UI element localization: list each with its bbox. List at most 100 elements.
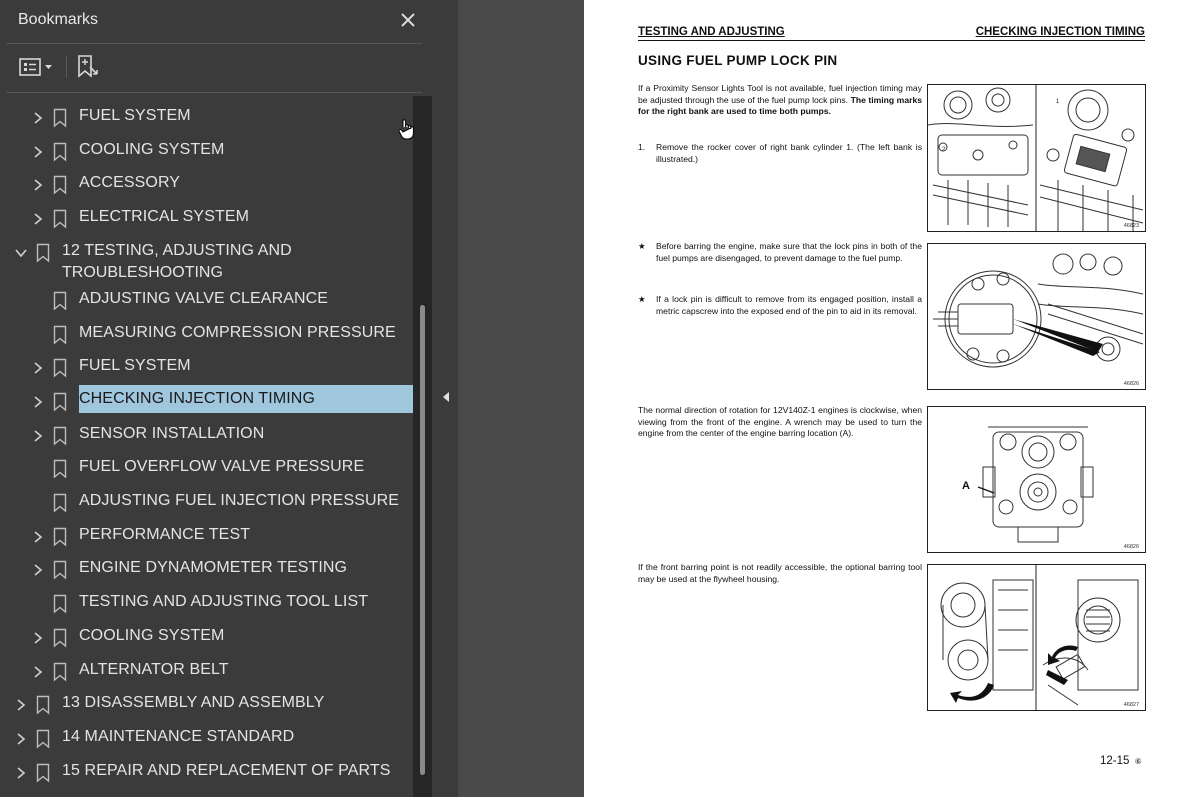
header-divider <box>6 43 422 44</box>
chevron-right-icon[interactable] <box>32 429 44 442</box>
intro-paragraph: If a Proximity Sensor Lights Tool is not… <box>638 83 922 118</box>
bookmark-item[interactable]: FUEL OVERFLOW VALVE PRESSURE <box>0 452 416 486</box>
chevron-right-icon[interactable] <box>32 564 44 577</box>
bookmark-label: SENSOR INSTALLATION <box>79 424 265 442</box>
chevron-right-icon[interactable] <box>32 362 44 374</box>
viewer-background <box>458 0 584 797</box>
tree-divider <box>6 92 422 93</box>
figure-flywheel-housing: 46827 <box>927 564 1146 711</box>
bookmark-icon <box>53 561 67 580</box>
figure-lock-pin: 46826 <box>927 243 1146 390</box>
chevron-right-icon[interactable] <box>32 665 44 678</box>
chevron-right-icon[interactable] <box>15 699 27 711</box>
bookmark-label: COOLING SYSTEM <box>79 140 225 158</box>
figure-rocker-cover: 2 1 46823 <box>927 84 1146 232</box>
bookmarks-panel: Bookmarks FUEL SYSTEM COOLING SYSTEM ACCES… <box>0 0 432 797</box>
bookmark-label: 13 DISASSEMBLY AND ASSEMBLY <box>62 694 325 712</box>
bookmark-icon <box>53 358 67 378</box>
bookmark-label: ACCESSORY <box>79 174 181 192</box>
bookmarks-toolbar <box>0 46 432 90</box>
bookmark-item[interactable]: CHECKING INJECTION TIMING <box>0 384 416 419</box>
engine-illustration-3: A <box>962 426 1094 543</box>
page-number: 12-15 ⑥ <box>1100 755 1142 767</box>
bookmark-item[interactable]: SENSOR INSTALLATION <box>0 419 416 453</box>
section-title: USING FUEL PUMP LOCK PIN <box>638 53 838 68</box>
page-number-text: 12-15 <box>1100 755 1130 767</box>
bookmark-icon <box>53 325 67 344</box>
chevron-right-icon[interactable] <box>32 213 44 225</box>
bookmark-icon <box>53 594 67 614</box>
figure-number: 46823 <box>1123 223 1139 229</box>
engine-illustration-2 <box>933 253 1144 368</box>
panel-header: Bookmarks <box>0 0 432 42</box>
bookmark-item[interactable]: COOLING SYSTEM <box>0 621 416 655</box>
chevron-right-icon[interactable] <box>32 146 44 158</box>
scrollbar-thumb[interactable] <box>420 305 425 775</box>
bookmark-icon <box>36 243 50 263</box>
header-rule <box>638 40 1145 41</box>
bookmark-icon <box>53 108 67 128</box>
bookmark-icon <box>53 209 67 229</box>
bookmark-icon <box>53 142 67 162</box>
bookmark-item[interactable]: 12 TESTING, ADJUSTING AND TROUBLESHOOTING <box>0 236 416 284</box>
bookmark-label: 14 MAINTENANCE STANDARD <box>62 727 295 745</box>
chevron-right-icon[interactable] <box>15 733 27 745</box>
chevron-down-icon[interactable] <box>15 247 27 259</box>
bookmark-icon <box>53 628 67 648</box>
chevron-right-icon[interactable] <box>32 179 44 192</box>
bookmark-item[interactable]: 13 DISASSEMBLY AND ASSEMBLY <box>0 688 416 722</box>
note-text: Before barring the engine, make sure tha… <box>656 241 922 263</box>
bookmark-item[interactable]: 14 MAINTENANCE STANDARD <box>0 722 416 756</box>
bookmark-item[interactable]: 15 REPAIR AND REPLACEMENT OF PARTS <box>0 756 416 790</box>
bookmark-label: 15 REPAIR AND REPLACEMENT OF PARTS <box>62 761 391 779</box>
bookmark-item[interactable]: ADJUSTING FUEL INJECTION PRESSURE <box>0 486 416 520</box>
options-menu-icon[interactable] <box>18 54 58 80</box>
bookmark-item[interactable]: ELECTRICAL SYSTEM <box>0 202 416 236</box>
bookmark-icon <box>36 729 50 749</box>
star-icon: ★ <box>638 294 646 304</box>
bookmark-item[interactable]: TESTING AND ADJUSTING TOOL LIST <box>0 587 416 621</box>
bookmark-item[interactable]: FUEL SYSTEM <box>0 101 416 135</box>
chevron-right-icon[interactable] <box>32 112 44 124</box>
bookmark-label: FUEL SYSTEM <box>79 357 191 375</box>
bookmark-item[interactable]: ACCESSORY <box>0 168 416 202</box>
close-icon[interactable] <box>397 9 419 31</box>
figure-number: 46827 <box>1123 702 1139 708</box>
bookmark-item[interactable]: FUEL SYSTEM <box>0 351 416 385</box>
chevron-right-icon[interactable] <box>32 632 44 644</box>
bookmark-item[interactable]: MEASURING COMPRESSION PRESSURE <box>0 318 416 352</box>
toolbar-separator <box>66 56 67 78</box>
bookmark-tree: FUEL SYSTEM COOLING SYSTEM ACCESSORY ELECTR… <box>0 96 416 797</box>
bookmark-icon <box>53 493 67 513</box>
bookmark-icon <box>53 527 67 547</box>
bookmark-item[interactable]: ENGINE DYNAMOMETER TESTING <box>0 553 416 587</box>
note-1: ★ Before barring the engine, make sure t… <box>638 241 922 264</box>
chevron-right-icon[interactable] <box>15 766 27 779</box>
bookmark-icon <box>53 426 67 446</box>
figure-engine-front: A 46826 <box>927 406 1146 553</box>
bookmark-icon <box>53 662 67 681</box>
bookmark-label-line2: TROUBLESHOOTING <box>62 263 223 281</box>
page-mark: ⑥ <box>1134 757 1142 766</box>
bookmark-item[interactable]: ALTERNATOR BELT <box>0 655 416 689</box>
collapse-panel-icon[interactable] <box>440 388 452 406</box>
barring-paragraph: If the front barring point is not readil… <box>638 562 922 584</box>
bookmark-icon <box>36 763 50 783</box>
bookmark-icon <box>53 176 67 195</box>
bookmark-item[interactable]: ADJUSTING VALVE CLEARANCE <box>0 284 416 318</box>
bookmark-label: ELECTRICAL SYSTEM <box>79 208 250 226</box>
add-bookmark-icon[interactable] <box>76 54 100 80</box>
bookmark-label: ADJUSTING VALVE CLEARANCE <box>79 289 329 307</box>
step-number: 1. <box>638 142 646 152</box>
bookmark-item[interactable]: COOLING SYSTEM <box>0 135 416 169</box>
bookmark-label: 12 TESTING, ADJUSTING AND <box>62 241 292 259</box>
bookmark-item[interactable]: PERFORMANCE TEST <box>0 520 416 554</box>
chevron-right-icon[interactable] <box>32 396 44 408</box>
bookmark-label: TESTING AND ADJUSTING TOOL LIST <box>79 593 369 611</box>
engine-illustration-1: 2 1 <box>928 85 1144 231</box>
note-2: ★ If a lock pin is difficult to remove f… <box>638 294 922 317</box>
bookmark-label: FUEL SYSTEM <box>79 107 191 124</box>
chevron-right-icon[interactable] <box>32 531 44 543</box>
bookmark-label: FUEL OVERFLOW VALVE PRESSURE <box>79 458 365 476</box>
bookmark-label: MEASURING COMPRESSION PRESSURE <box>79 323 396 341</box>
